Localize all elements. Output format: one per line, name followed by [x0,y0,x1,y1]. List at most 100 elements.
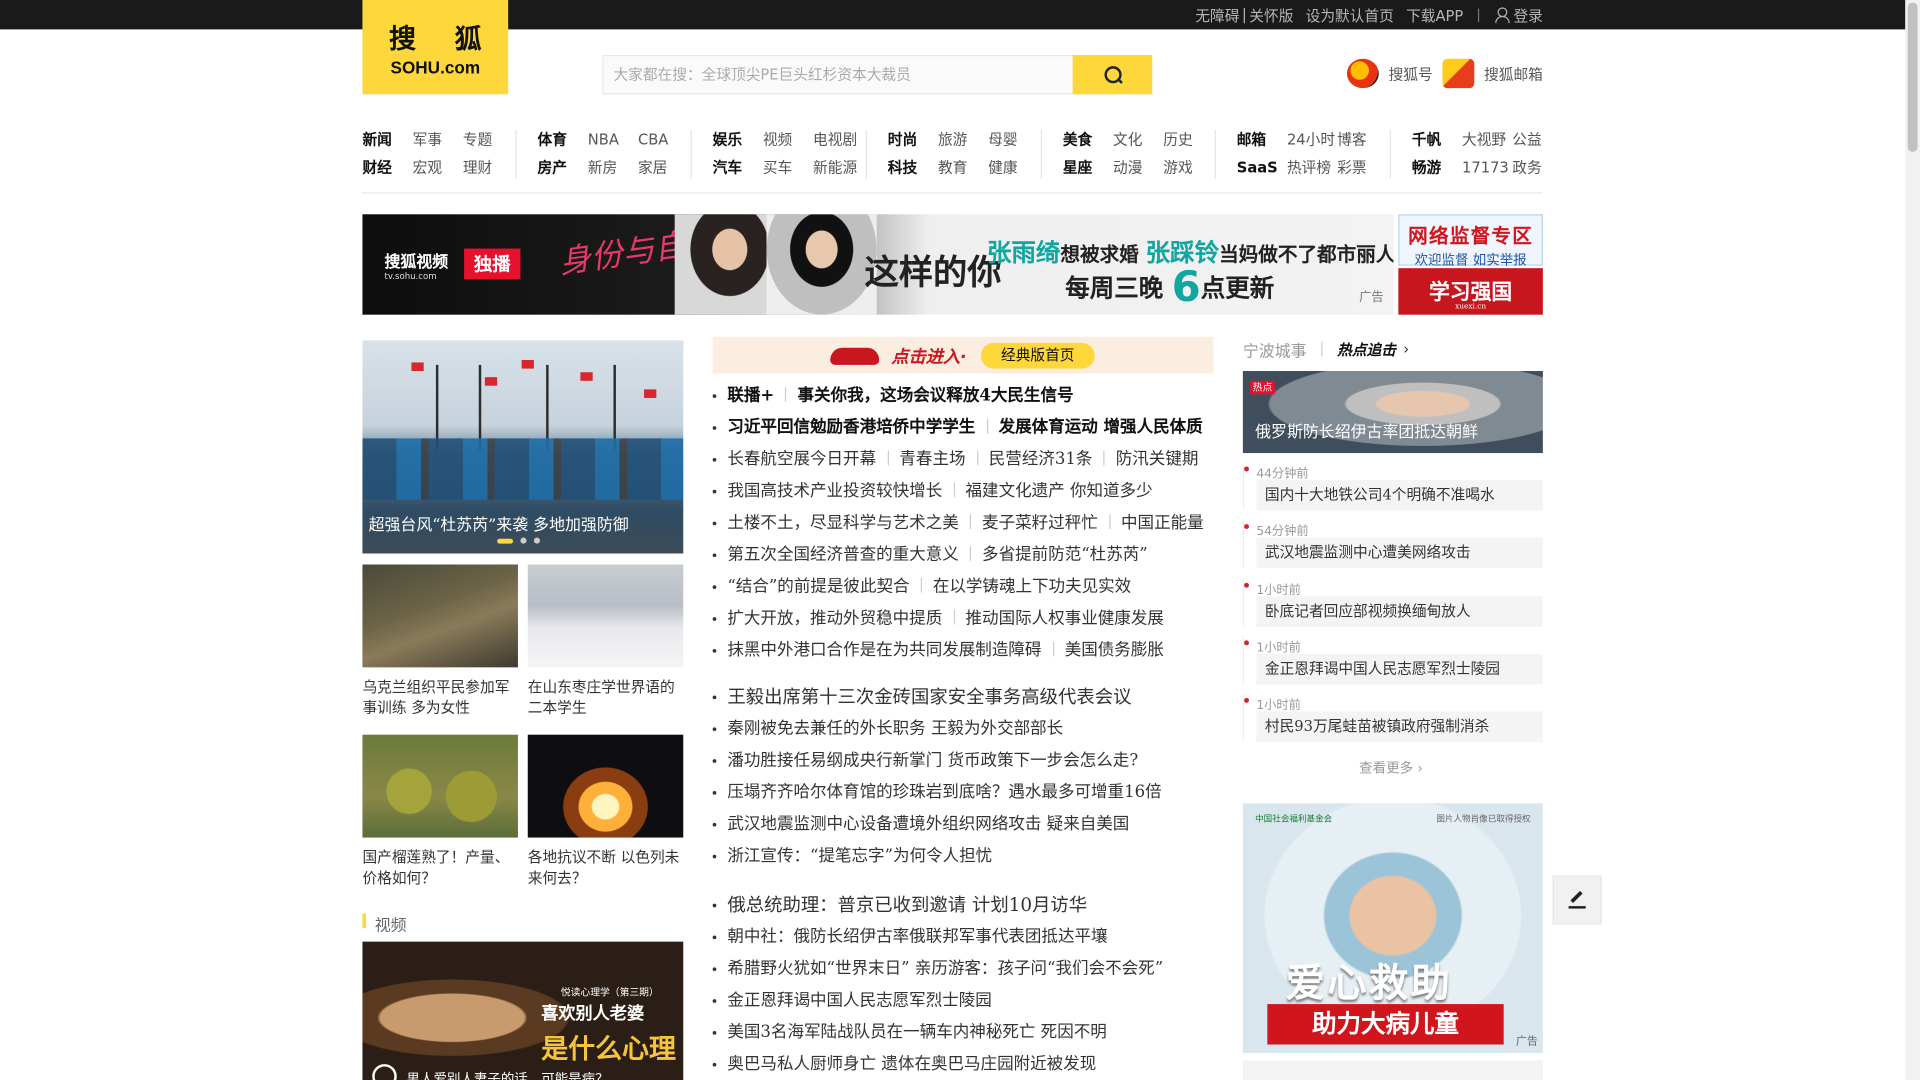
nav-item[interactable]: 博客 [1337,130,1387,150]
nav-item[interactable]: 邮箱 [1237,130,1287,150]
focus-caption[interactable]: 超强台风“杜苏芮”来袭 多地加强防御 [369,512,629,535]
hot-tab[interactable]: 热点追击 [1337,339,1396,360]
mail-link[interactable]: 搜狐邮箱 [1442,58,1543,89]
nav-item[interactable]: 新能源 [813,158,863,178]
nav-item[interactable]: 宏观 [413,158,463,178]
nav-item[interactable]: 24小时 [1287,130,1337,150]
news-link[interactable]: 中国正能量 [1121,513,1204,533]
news-link[interactable]: 我国高技术产业投资较快增长 [727,481,942,501]
card-caption[interactable]: 乌克兰组织平民参加军事训练 多为女性 [362,677,518,719]
feed-title[interactable]: 武汉地震监测中心遭美网络攻击 [1242,520,1543,569]
chevron-right-icon[interactable]: › [1403,340,1409,357]
charity-ad[interactable]: 中国社会福利基金会 图片人物肖像已取得授权 爱心救助 助力大病儿童 广告 [1242,803,1543,1054]
nav-item[interactable]: 房产 [538,158,588,178]
photo-card[interactable]: 乌克兰组织平民参加军事训练 多为女性 [362,564,518,718]
nav-item[interactable]: 动漫 [1113,158,1163,178]
nav-item[interactable]: 娱乐 [713,130,763,150]
nav-item[interactable]: 理财 [463,158,513,178]
photo-card[interactable]: 国产榴莲熟了！产量、价格如何？ [362,734,518,889]
news-link[interactable]: 民营经济31条 [989,449,1093,469]
nav-item[interactable]: 新闻 [362,130,412,150]
nav-item[interactable]: 教育 [938,158,988,178]
news-link[interactable]: 习近平回信勉励香港培侨中学学生 [727,418,975,438]
news-link[interactable]: 压塌齐齐哈尔体育馆的珍珠岩到底啥？遇水最多可增重16倍 [727,782,1161,802]
city-tab[interactable]: 宁波城事 [1243,337,1307,360]
nav-item[interactable]: 健康 [988,158,1038,178]
news-link[interactable]: 王毅出席第十三次金砖国家安全事务高级代表会议 [727,686,1131,708]
news-link[interactable]: 奥巴马私人厨师身亡 遗体在奥巴马庄园附近被发现 [727,1054,1096,1074]
slide-dot-active[interactable] [497,538,514,544]
see-more-link[interactable]: 查看更多 › [1359,758,1423,778]
nav-item[interactable]: 彩票 [1337,158,1387,178]
nav-item[interactable]: 美食 [1063,130,1113,150]
nav-item[interactable]: 汽车 [713,158,763,178]
card-caption[interactable]: 在山东枣庄学世界语的二本学生 [528,677,684,719]
sohuhao-link[interactable]: 搜狐号 [1346,58,1433,89]
nav-item[interactable]: 母婴 [988,130,1038,150]
care-mode-link[interactable]: 关怀版 [1249,4,1293,25]
sohu-logo[interactable]: 搜 狐 SOHU.com [362,0,509,95]
nav-item[interactable]: 科技 [888,158,938,178]
news-link[interactable]: 俄总统助理：普京已收到邀请 计划10月访华 [727,894,1087,916]
nav-item[interactable]: 畅游 [1412,158,1462,178]
nav-item[interactable]: NBA [588,130,638,150]
news-link[interactable]: 发展体育运动 增强人民体质 [999,418,1203,438]
slide-dot[interactable] [533,537,541,544]
nav-item[interactable]: 热评榜 [1287,158,1337,178]
nav-item[interactable]: 星座 [1063,158,1113,178]
photo-card[interactable]: 在山东枣庄学世界语的二本学生 [527,564,684,719]
news-link[interactable]: 希腊野火犹如“世界末日” 亲历游客：孩子问“我们会不会死” [727,959,1163,979]
search-input[interactable] [603,56,1073,94]
nav-item[interactable]: 专题 [463,130,513,150]
nav-item[interactable]: 千帆 [1412,130,1462,150]
scrollbar[interactable] [1905,0,1920,1080]
accessibility-link[interactable]: 无障碍 [1195,4,1239,25]
search-button[interactable] [1072,55,1153,95]
nav-item[interactable]: 体育 [538,130,588,150]
photo-card[interactable]: 各地抗议不断 以色列未来何去？ [527,734,684,889]
news-link[interactable]: 美国3名海军陆战队员在一辆车内神秘死亡 死因不明 [727,1022,1106,1042]
set-homepage-link[interactable]: 设为默认首页 [1306,4,1394,25]
play-icon[interactable] [372,1064,397,1080]
news-link[interactable]: 秦刚被免去兼任的外长职务 王毅为外交部部长 [727,719,1063,739]
feed-item[interactable]: 1小时前 卧底记者回应部视频换缅甸放人 [1242,578,1543,637]
news-link[interactable]: 推动国际人权事业健康发展 [966,609,1164,629]
news-link[interactable]: 长春航空展今日开幕 [727,449,876,469]
news-link[interactable]: 多省提前防范“杜苏芮” [982,545,1148,565]
card-caption[interactable]: 国产榴莲熟了！产量、价格如何？ [362,847,518,889]
news-link[interactable]: 美国债务膨胀 [1065,640,1164,660]
download-app-link[interactable]: 下载APP [1406,4,1463,25]
nav-item[interactable]: 买车 [763,158,813,178]
news-link[interactable]: 联播+ [727,386,774,406]
news-link[interactable]: 土楼不土，尽显科学与艺术之美 [727,513,958,533]
supervise-ad[interactable]: 网络监督专区 欢迎监督 如实举报 [1398,214,1543,268]
login-button[interactable]: 登录 [1494,4,1543,25]
nav-item[interactable]: 新房 [588,158,638,178]
focus-slideshow[interactable]: 超强台风“杜苏芮”来袭 多地加强防御 [362,340,684,554]
video-section-title[interactable]: 视频 [362,912,407,936]
news-link[interactable]: 武汉地震监测中心设备遭境外组织网络攻击 疑来自美国 [727,814,1129,834]
card-caption[interactable]: 各地抗议不断 以色列未来何去？ [528,847,684,889]
nav-item[interactable]: 公益 [1512,130,1562,150]
nav-item[interactable]: 家居 [638,158,688,178]
hot-focus-image[interactable]: 热点 俄罗斯防长绍伊古率团抵达朝鲜 [1242,371,1543,454]
news-link[interactable]: 朝中社：俄防长绍伊古率俄联邦军事代表团抵达平壤 [727,927,1107,947]
news-link[interactable]: 扩大开放，推动外贸稳中提质 [727,609,942,629]
nav-item[interactable]: 旅游 [938,130,988,150]
feed-item[interactable]: 1小时前 金正恩拜谒中国人民志愿军烈士陵园 [1242,636,1543,695]
xuexi-ad[interactable]: 学习强国 xuexi.cn [1398,268,1543,315]
news-link[interactable]: 抹黑中外港口合作是在为共同发展制造障碍 [727,640,1041,660]
nav-item[interactable]: 财经 [362,158,412,178]
news-link[interactable]: 金正恩拜谒中国人民志愿军烈士陵园 [727,991,991,1011]
news-link[interactable]: 潘功胜接任易纲成央行新掌门 货币政策下一步会怎么走? [727,751,1138,771]
video-banner-ad[interactable]: 搜狐视频 tv.sohu.com 独播 身份与自我 这样的你 张雨绮想被求婚 张… [362,214,1394,315]
feed-title[interactable]: 卧底记者回应部视频换缅甸放人 [1242,578,1543,627]
nav-item[interactable]: 军事 [413,130,463,150]
news-link[interactable]: “结合”的前提是彼此契合 [727,577,909,597]
nav-item[interactable]: SaaS [1237,158,1287,178]
nav-item[interactable]: 大视野 [1462,130,1512,150]
news-link[interactable]: 第五次全国经济普查的重大意义 [727,545,958,565]
nav-item[interactable]: 文化 [1113,130,1163,150]
nav-item[interactable]: 电视剧 [813,130,863,150]
news-link[interactable]: 青春主场 [899,449,965,469]
